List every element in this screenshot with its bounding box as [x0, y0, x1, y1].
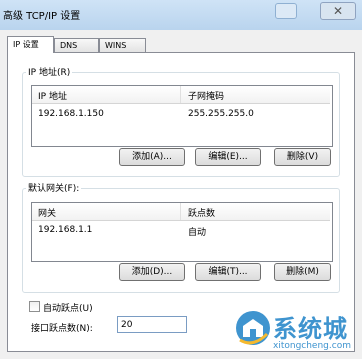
- ip-list-header: IP 地址 子网掩码: [32, 86, 330, 104]
- tab-wins[interactable]: WINS: [99, 38, 146, 52]
- close-button[interactable]: ✕: [320, 2, 356, 20]
- add-gateway-button[interactable]: 添加(D)...: [119, 263, 185, 281]
- tab-dns[interactable]: DNS: [54, 38, 99, 52]
- add-ip-button[interactable]: 添加(A)...: [119, 148, 185, 166]
- close-icon: ✕: [332, 4, 344, 18]
- gateway-list-header: 网关 跃点数: [32, 203, 330, 221]
- interface-metric-label: 接口跃点数(N):: [31, 324, 93, 334]
- watermark-brand: 系统城: [273, 315, 348, 343]
- ip-address-group-label: IP 地址(R): [26, 65, 73, 78]
- metric-value: 自动: [188, 228, 207, 238]
- gateway-group-label: 默认网关(F):: [26, 181, 82, 194]
- delete-ip-button[interactable]: 删除(V): [274, 148, 331, 166]
- column-header-mask[interactable]: 子网掩码: [188, 89, 224, 102]
- mask-value: 255.255.255.0: [188, 109, 254, 119]
- edit-gateway-button[interactable]: 编辑(T)...: [195, 263, 261, 281]
- watermark-url: xitongcheng.com: [273, 341, 351, 351]
- column-header-metric[interactable]: 跃点数: [188, 206, 215, 219]
- edit-ip-button[interactable]: 编辑(E)...: [195, 148, 261, 166]
- auto-metric-checkbox[interactable]: [29, 301, 40, 312]
- ip-value: 192.168.1.150: [38, 109, 104, 119]
- minimize-button[interactable]: [275, 3, 297, 19]
- interface-metric-input[interactable]: [117, 316, 187, 333]
- gateway-value: 192.168.1.1: [38, 225, 93, 235]
- auto-metric-label[interactable]: 自动跃点(U): [43, 301, 93, 314]
- column-header-gateway[interactable]: 网关: [38, 206, 56, 219]
- title-bar: 高级 TCP/IP 设置 ✕: [0, 0, 362, 30]
- ip-address-list[interactable]: IP 地址 子网掩码 192.168.1.150 255.255.255.0: [31, 85, 333, 147]
- watermark-logo: [236, 311, 270, 345]
- gateway-list[interactable]: 网关 跃点数 192.168.1.1 自动: [31, 202, 333, 262]
- delete-gateway-button[interactable]: 删除(M): [274, 263, 331, 281]
- tab-ip-settings[interactable]: IP 设置: [7, 36, 54, 53]
- column-header-ip[interactable]: IP 地址: [38, 89, 67, 102]
- window-title: 高级 TCP/IP 设置: [3, 11, 81, 22]
